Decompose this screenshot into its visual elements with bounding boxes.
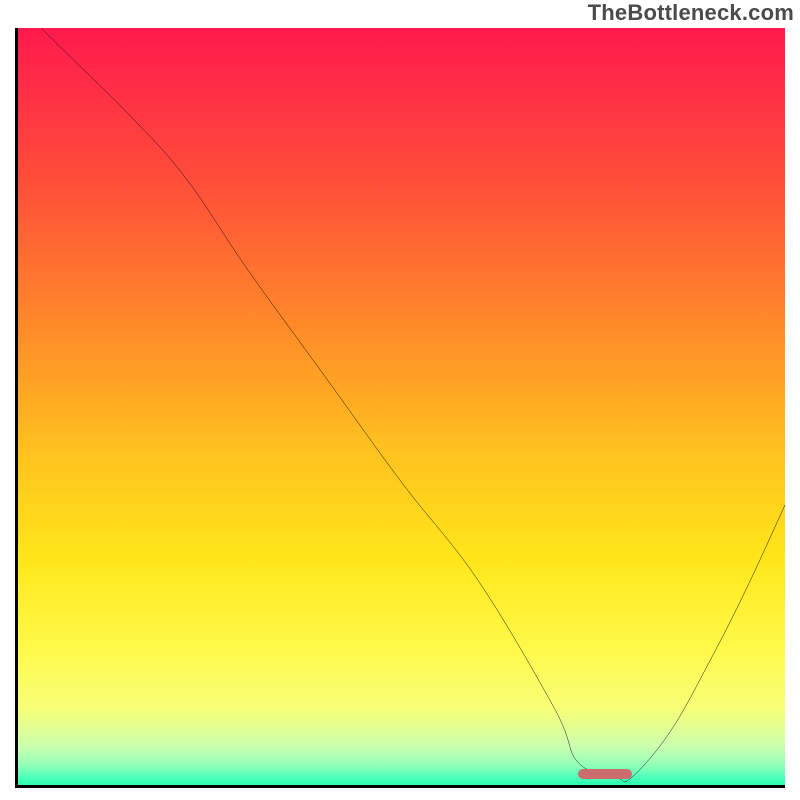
optimal-range-marker xyxy=(578,769,632,779)
bottleneck-curve xyxy=(18,28,785,785)
plot-area xyxy=(18,28,785,785)
chart-stage: TheBottleneck.com xyxy=(0,0,800,800)
plot-frame xyxy=(15,28,785,788)
attribution-text: TheBottleneck.com xyxy=(588,0,794,26)
